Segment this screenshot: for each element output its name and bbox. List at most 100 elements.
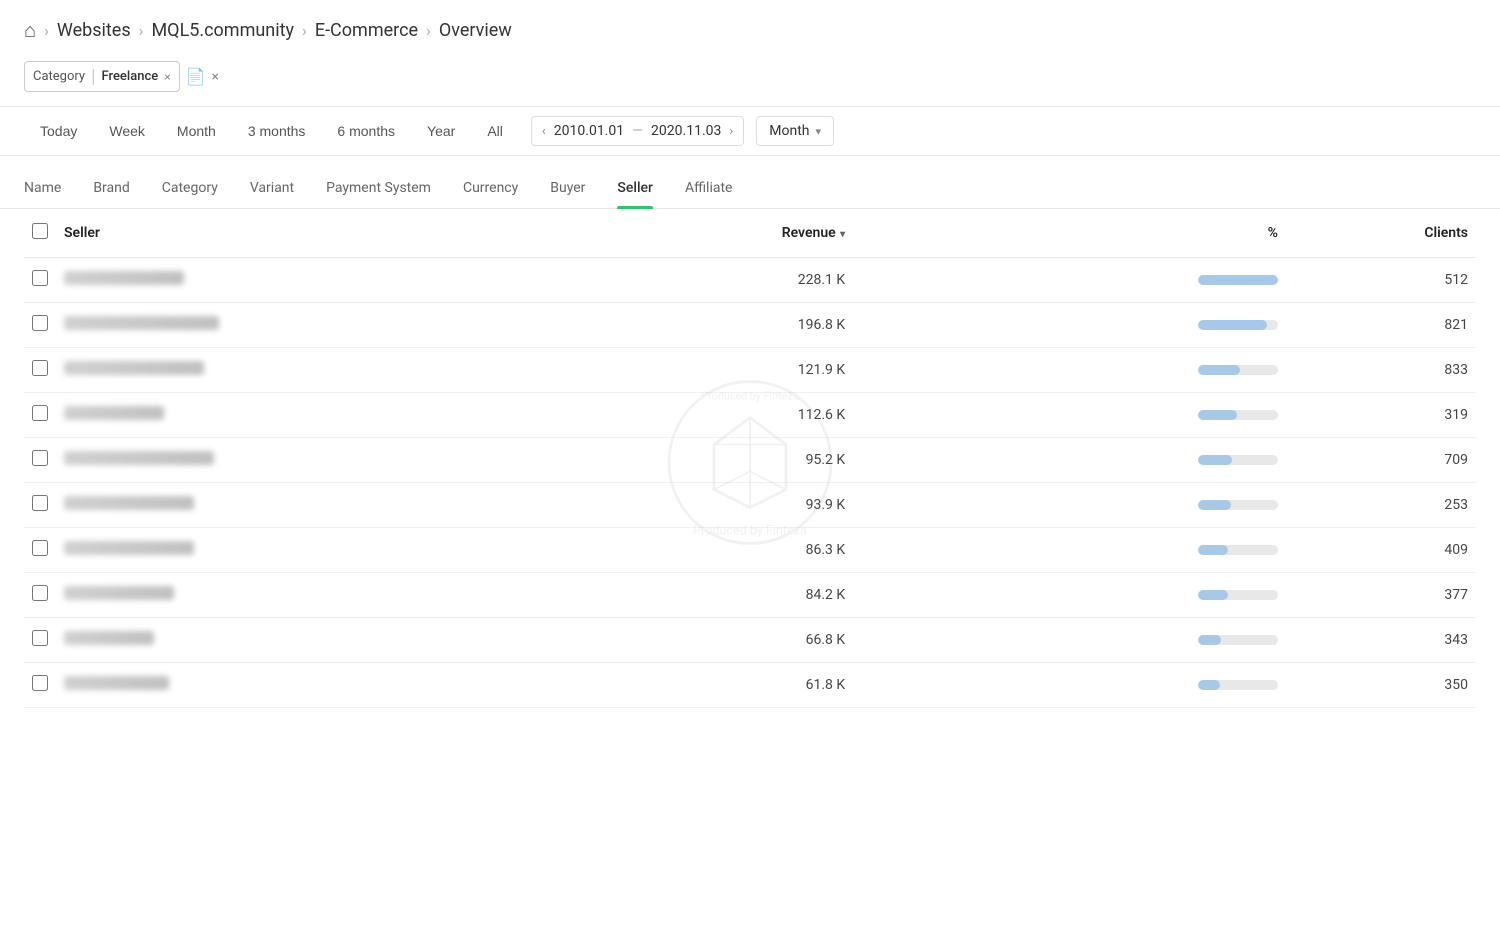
seller-name-cell [56,348,600,393]
time-btn-week[interactable]: Week [93,115,161,147]
seller-name-cell [56,393,600,438]
time-btn-all[interactable]: All [471,115,519,147]
breadcrumb-websites[interactable]: Websites [57,20,131,41]
tab-payment-system[interactable]: Payment System [326,168,431,208]
row-checkbox-cell [24,438,56,483]
seller-name-cell [56,528,600,573]
clients-cell: 350 [1286,663,1476,708]
filter-tag-value: Freelance [101,69,158,84]
row-checkbox[interactable] [32,630,48,646]
row-checkbox[interactable] [32,450,48,466]
breadcrumb-overview[interactable]: Overview [439,20,512,41]
revenue-cell: 84.2 K [600,573,853,618]
row-checkbox[interactable] [32,675,48,691]
seller-name-blurred [64,271,184,285]
clients-cell: 512 [1286,258,1476,303]
tab-brand[interactable]: Brand [93,168,129,208]
percent-cell [853,573,1286,618]
select-all-checkbox[interactable] [32,223,48,239]
time-btn-today[interactable]: Today [24,115,93,147]
row-checkbox[interactable] [32,270,48,286]
progress-bar-fill [1198,680,1220,690]
table-row: 86.3 K409 [24,528,1476,573]
tab-name[interactable]: Name [24,168,61,208]
table-row: 95.2 K709 [24,438,1476,483]
tab-affiliate[interactable]: Affiliate [685,168,733,208]
revenue-cell: 86.3 K [600,528,853,573]
progress-bar-fill [1198,455,1232,465]
col-header-revenue[interactable]: Revenue ▾ [600,209,853,258]
breadcrumb-sep-2: › [139,21,144,40]
percent-cell [853,618,1286,663]
row-checkbox-cell [24,528,56,573]
table-row: 66.8 K343 [24,618,1476,663]
progress-bar-fill [1198,275,1278,285]
row-checkbox[interactable] [32,405,48,421]
date-prev-arrow[interactable]: ‹ [542,124,546,139]
row-checkbox-cell [24,618,56,663]
row-checkbox[interactable] [32,585,48,601]
row-checkbox[interactable] [32,540,48,556]
table-row: 61.8 K350 [24,663,1476,708]
time-btn-month[interactable]: Month [161,115,232,147]
filter-tag-key: Category [33,69,85,84]
groupby-label: Month [769,123,809,139]
percent-cell [853,528,1286,573]
filter-clear-button[interactable]: × [212,69,219,85]
tab-variant[interactable]: Variant [250,168,294,208]
seller-name-cell [56,303,600,348]
tab-buyer[interactable]: Buyer [550,168,585,208]
seller-name-blurred [64,631,154,645]
percent-cell [853,438,1286,483]
col-header-clients[interactable]: Clients [1286,209,1476,258]
groupby-dropdown[interactable]: Month ▾ [756,116,834,146]
seller-name-cell [56,483,600,528]
revenue-cell: 228.1 K [600,258,853,303]
breadcrumb-ecommerce[interactable]: E-Commerce [315,20,418,41]
seller-name-blurred [64,451,214,465]
breadcrumb-sep-3: › [302,21,307,40]
tab-currency[interactable]: Currency [463,168,518,208]
seller-name-cell [56,573,600,618]
tab-seller[interactable]: Seller [617,168,653,208]
row-checkbox[interactable] [32,315,48,331]
row-checkbox-cell [24,303,56,348]
tabs-bar: Name Brand Category Variant Payment Syst… [0,168,1500,209]
date-range-picker[interactable]: ‹ 2010.01.01 — 2020.11.03 › [531,116,744,146]
clients-cell: 821 [1286,303,1476,348]
home-icon[interactable]: ⌂ [24,18,36,43]
filter-tag-category[interactable]: Category | Freelance × [24,61,180,92]
row-checkbox-cell [24,393,56,438]
seller-name-blurred [64,676,169,690]
date-separator: — [632,123,643,139]
row-checkbox-cell [24,573,56,618]
time-btn-3months[interactable]: 3 months [232,115,322,147]
filter-tag-close[interactable]: × [164,70,170,84]
progress-bar-fill [1198,410,1237,420]
table-row: 228.1 K 512 [24,258,1476,303]
revenue-cell: 93.9 K [600,483,853,528]
seller-name-blurred [64,316,219,330]
table-container: Seller Revenue ▾ % Clients 228.1 K512196… [0,209,1500,708]
col-header-seller[interactable]: Seller [56,209,600,258]
time-btn-year[interactable]: Year [411,115,471,147]
col-header-percent[interactable]: % [853,209,1286,258]
seller-name-cell [56,438,600,483]
breadcrumb-mql5[interactable]: MQL5.community [151,20,294,41]
date-start: 2010.01.01 [554,123,624,139]
filter-icon-button[interactable]: 📄 [186,67,206,86]
header-checkbox-cell [24,209,56,258]
table-row: 112.6 K 319 [24,393,1476,438]
tab-category[interactable]: Category [162,168,218,208]
row-checkbox[interactable] [32,495,48,511]
filter-divider: | [91,66,95,87]
date-next-arrow[interactable]: › [729,124,733,139]
row-checkbox[interactable] [32,360,48,376]
revenue-cell: 112.6 K [600,393,853,438]
progress-bar-fill [1198,635,1221,645]
percent-cell [853,483,1286,528]
row-checkbox-cell [24,663,56,708]
clients-cell: 319 [1286,393,1476,438]
time-btn-6months[interactable]: 6 months [321,115,411,147]
clients-cell: 377 [1286,573,1476,618]
